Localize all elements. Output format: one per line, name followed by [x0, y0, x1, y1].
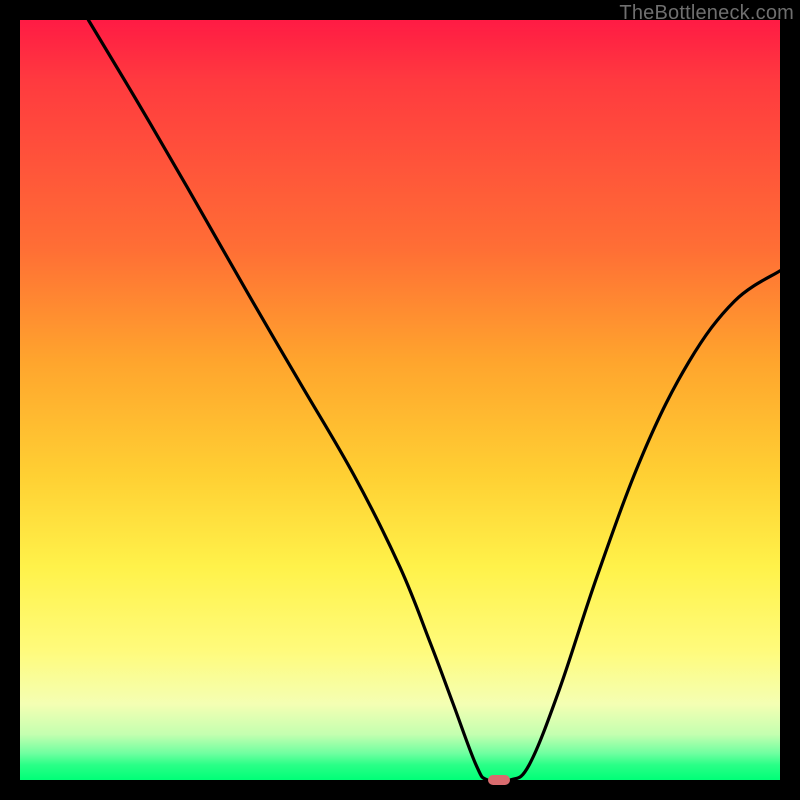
bottleneck-marker [488, 775, 510, 785]
chart-frame: TheBottleneck.com [0, 0, 800, 800]
plot-area [20, 20, 780, 780]
line-series [20, 20, 780, 780]
